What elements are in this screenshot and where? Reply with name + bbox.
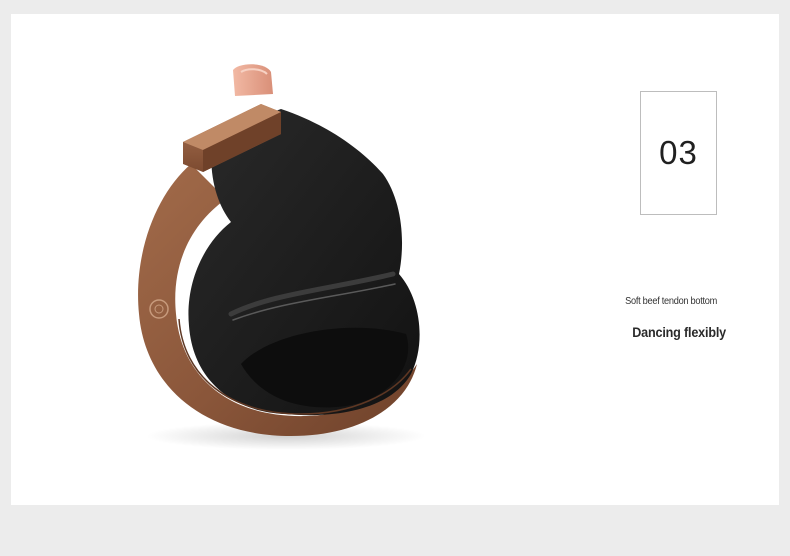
feature-title: Dancing flexibly (632, 324, 726, 340)
product-card: 03 Soft beef tendon bottom Dancing flexi… (11, 14, 779, 505)
step-number-box: 03 (640, 91, 717, 215)
feature-subtitle: Soft beef tendon bottom (625, 296, 717, 307)
step-number: 03 (659, 134, 698, 171)
flexible-shoe-image (138, 64, 426, 450)
